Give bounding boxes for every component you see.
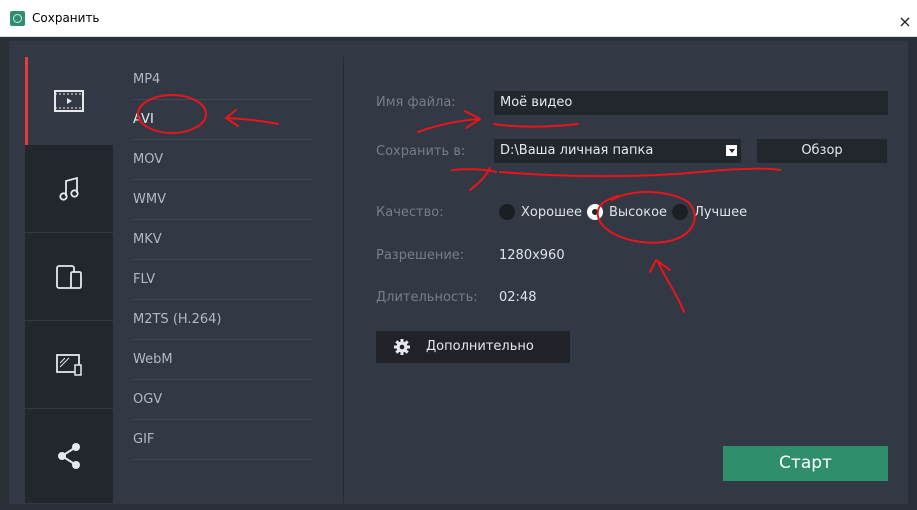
share-icon xyxy=(58,443,80,469)
category-rail xyxy=(25,57,113,503)
format-item-avi[interactable]: AVI xyxy=(133,100,313,140)
format-item-mov[interactable]: MOV xyxy=(133,140,313,180)
radio-button[interactable] xyxy=(672,204,689,220)
close-button[interactable]: × xyxy=(893,0,917,36)
filename-label: Имя файла: xyxy=(376,95,456,110)
advanced-button[interactable]: Дополнительно xyxy=(376,331,570,363)
devices-icon xyxy=(56,264,82,289)
tab-devices[interactable] xyxy=(25,233,113,321)
format-item-m2ts[interactable]: M2TS (H.264) xyxy=(133,300,313,340)
gear-icon xyxy=(394,339,410,355)
format-item-wmv[interactable]: WMV xyxy=(133,180,313,220)
tab-share[interactable] xyxy=(25,409,113,503)
browse-button[interactable]: Обзор xyxy=(757,139,887,163)
resolution-label: Разрешение: xyxy=(376,248,465,263)
format-list: MP4 AVI MOV WMV MKV FLV M2TS (H.264) Web… xyxy=(113,57,344,503)
format-item-webm[interactable]: WebM xyxy=(133,340,313,380)
film-icon xyxy=(54,89,84,112)
tab-tv[interactable] xyxy=(25,321,113,409)
duration-label: Длительность: xyxy=(376,290,478,305)
settings-panel: Имя файла: Моё видео Сохранить в: D:\Ваш… xyxy=(344,57,908,503)
radio-button-selected[interactable] xyxy=(586,204,603,220)
start-button[interactable]: Старт xyxy=(723,446,888,481)
filename-input[interactable]: Моё видео xyxy=(494,91,888,115)
format-item-ogv[interactable]: OGV xyxy=(133,380,313,420)
tab-audio[interactable] xyxy=(25,145,113,233)
quality-option-label: Хорошее xyxy=(521,204,582,220)
resolution-value: 1280x960 xyxy=(499,248,565,263)
radio-button[interactable] xyxy=(499,204,515,220)
format-item-flv[interactable]: FLV xyxy=(133,260,313,300)
quality-label: Качество: xyxy=(376,205,444,220)
quality-option-label: Высокое xyxy=(608,204,668,220)
tv-icon xyxy=(56,353,82,376)
active-tab-indicator xyxy=(25,57,28,145)
save-to-select[interactable]: D:\Ваша личная папка xyxy=(494,139,741,163)
format-item-mp4[interactable]: MP4 xyxy=(133,60,313,100)
save-to-value: D:\Ваша личная папка xyxy=(500,143,654,158)
tab-video[interactable] xyxy=(25,57,113,145)
quality-option-label: Лучшее xyxy=(694,204,748,220)
quality-option-best[interactable]: Лучшее xyxy=(672,204,747,220)
format-item-gif[interactable]: GIF xyxy=(133,420,313,460)
save-to-label: Сохранить в: xyxy=(376,144,466,159)
app-logo-icon xyxy=(10,11,25,26)
advanced-button-label: Дополнительно xyxy=(426,339,534,354)
duration-value: 02:48 xyxy=(499,290,537,305)
quality-option-high[interactable]: Высокое xyxy=(586,204,668,220)
chevron-down-icon[interactable] xyxy=(726,145,737,156)
format-item-mkv[interactable]: MKV xyxy=(133,220,313,260)
title-bar: Сохранить × xyxy=(0,0,917,37)
music-note-icon xyxy=(59,176,79,201)
window-title: Сохранить xyxy=(32,11,100,25)
quality-option-good[interactable]: Хорошее xyxy=(499,204,582,220)
quality-radio-group: Хорошее Высокое Лучшее xyxy=(499,203,752,221)
